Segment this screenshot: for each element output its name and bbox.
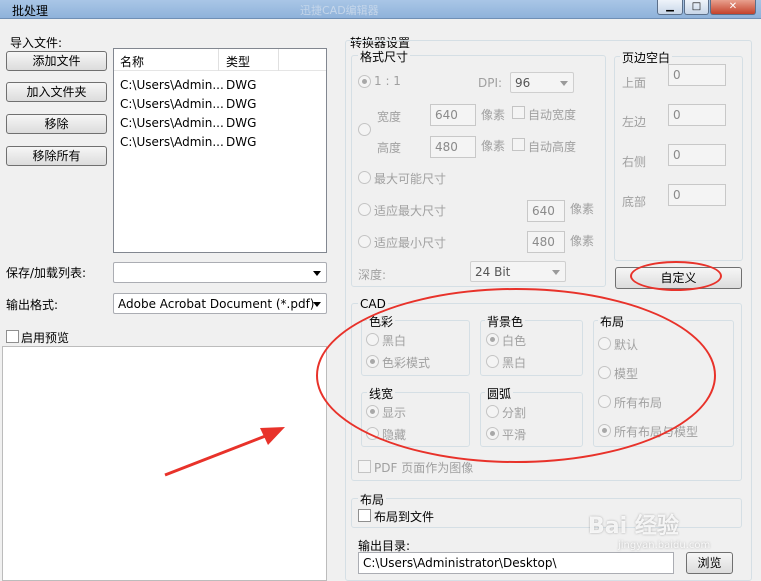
column-separator[interactable]: [278, 49, 279, 71]
file-name: C:\Users\Admin...: [120, 97, 224, 111]
list-item[interactable]: C:\Users\Admin... DWG: [114, 76, 326, 95]
file-list-header: 名称 类型: [114, 49, 326, 71]
dpi-value: 96: [515, 76, 531, 90]
preview-checkbox[interactable]: [6, 330, 19, 343]
fit-max-label: 适应最大尺寸: [374, 204, 447, 218]
list-item[interactable]: C:\Users\Admin... DWG: [114, 133, 326, 152]
max-size-label: 最大可能尺寸: [374, 172, 447, 186]
red-circle-annotation-small: [630, 261, 722, 291]
margin-bottom-input[interactable]: 0: [668, 184, 726, 206]
file-type: DWG: [226, 78, 257, 92]
file-list[interactable]: 名称 类型 C:\Users\Admin... DWG C:\Users\Adm…: [113, 48, 327, 253]
layout-to-file-checkbox[interactable]: [358, 509, 371, 522]
ratio-radio[interactable]: [358, 75, 371, 88]
fit-min-label: 适应最小尺寸: [374, 236, 447, 250]
close-button[interactable]: ✕: [710, 0, 756, 15]
file-type: DWG: [226, 135, 257, 149]
preview-label: 启用预览: [21, 331, 70, 345]
remove-button[interactable]: 移除: [6, 114, 107, 134]
save-load-label: 保存/加载列表:: [6, 266, 87, 280]
file-type: DWG: [226, 116, 257, 130]
layout-group-label: 布局: [358, 491, 387, 508]
fit-min-input[interactable]: 480: [527, 231, 565, 253]
format-size-label: 格式尺寸: [358, 48, 411, 65]
margin-right-label: 右侧: [622, 155, 647, 169]
fit-max-unit: 像素: [570, 202, 595, 216]
add-folder-button[interactable]: 加入文件夹: [6, 82, 107, 102]
title-bar: 批处理 迅捷CAD编辑器 ▁ □ ✕: [0, 0, 761, 19]
fit-max-radio[interactable]: [358, 203, 371, 216]
baidu-watermark-url: jingyan.baidu.com: [618, 540, 711, 551]
width-label: 宽度: [377, 110, 402, 124]
chevron-down-icon: [560, 81, 568, 86]
chevron-down-icon: [313, 271, 321, 276]
window-title: 批处理: [12, 4, 49, 18]
custom-size-radio[interactable]: [358, 123, 371, 136]
chevron-down-icon: [313, 302, 321, 307]
column-type[interactable]: 类型: [226, 53, 250, 70]
dpi-label: DPI:: [478, 76, 503, 90]
column-name[interactable]: 名称: [120, 53, 144, 70]
baidu-watermark: Bai 经验: [588, 514, 679, 539]
auto-height-label: 自动高度: [528, 140, 577, 154]
import-group-label: 导入文件:: [10, 36, 63, 50]
maximize-button[interactable]: □: [684, 0, 709, 15]
column-separator[interactable]: [218, 49, 219, 71]
fit-min-radio[interactable]: [358, 235, 371, 248]
margin-bottom-label: 底部: [622, 195, 647, 209]
width-input[interactable]: 640: [430, 104, 476, 126]
margin-top-input[interactable]: 0: [668, 64, 726, 86]
file-type: DWG: [226, 97, 257, 111]
file-name: C:\Users\Admin...: [120, 78, 224, 92]
file-name: C:\Users\Admin...: [120, 135, 224, 149]
auto-width-checkbox[interactable]: [512, 106, 525, 119]
output-format-combo[interactable]: Adobe Acrobat Document (*.pdf): [113, 293, 327, 314]
remove-all-button[interactable]: 移除所有: [6, 146, 107, 166]
max-size-radio[interactable]: [358, 171, 371, 184]
auto-width-label: 自动宽度: [528, 108, 577, 122]
depth-value: 24 Bit: [475, 265, 511, 279]
height-unit: 像素: [481, 139, 506, 153]
margin-right-input[interactable]: 0: [668, 144, 726, 166]
list-item[interactable]: C:\Users\Admin... DWG: [114, 114, 326, 133]
add-file-button[interactable]: 添加文件: [6, 51, 107, 71]
output-format-label: 输出格式:: [6, 298, 59, 312]
margins-label: 页边空白: [620, 49, 673, 66]
height-input[interactable]: 480: [430, 136, 476, 158]
arrow-shaft: [164, 433, 269, 477]
ratio-label: 1 : 1: [374, 74, 401, 88]
margin-left-label: 左边: [622, 115, 647, 129]
output-dir-input[interactable]: C:\Users\Administrator\Desktop\: [358, 552, 674, 574]
blurred-title: 迅捷CAD编辑器: [300, 4, 379, 17]
width-unit: 像素: [481, 108, 506, 122]
dpi-combo[interactable]: 96: [510, 72, 574, 93]
file-name: C:\Users\Admin...: [120, 116, 224, 130]
browse-button[interactable]: 浏览: [686, 552, 733, 574]
minimize-button[interactable]: ▁: [657, 0, 683, 15]
layout-to-file-label: 布局到文件: [374, 510, 435, 524]
margin-left-input[interactable]: 0: [668, 104, 726, 126]
red-arrow-annotation: [164, 427, 285, 477]
red-circle-annotation-large: [316, 288, 716, 463]
pdf-as-image-checkbox[interactable]: [358, 460, 371, 473]
output-format-value: Adobe Acrobat Document (*.pdf): [118, 297, 315, 311]
fit-max-input[interactable]: 640: [527, 200, 565, 222]
height-label: 高度: [377, 141, 402, 155]
pdf-as-image-label: PDF 页面作为图像: [374, 461, 474, 475]
fit-min-unit: 像素: [570, 234, 595, 248]
depth-label: 深度:: [358, 268, 387, 282]
list-item[interactable]: C:\Users\Admin... DWG: [114, 95, 326, 114]
chevron-down-icon: [552, 270, 560, 275]
save-load-combo[interactable]: [113, 262, 327, 283]
margin-top-label: 上面: [622, 76, 647, 90]
auto-height-checkbox[interactable]: [512, 138, 525, 151]
depth-combo[interactable]: 24 Bit: [470, 261, 566, 282]
